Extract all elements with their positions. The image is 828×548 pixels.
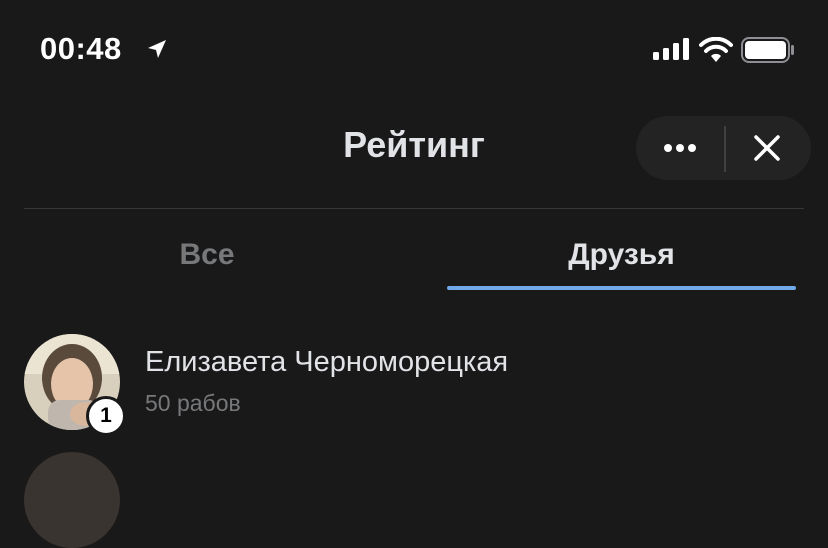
user-name: Елизавета Черноморецкая [145, 346, 509, 378]
location-arrow-icon [146, 38, 168, 60]
user-subtitle: 50 рабов [145, 390, 241, 416]
status-bar: 00:48 [0, 0, 828, 100]
active-tab-indicator [447, 286, 796, 290]
battery-icon [741, 37, 795, 63]
ranking-list-item[interactable]: 1 Елизавета Черноморецкая 50 рабов [0, 330, 828, 436]
more-button[interactable] [636, 116, 724, 180]
rank-badge: 1 [86, 396, 126, 436]
more-horizontal-icon [664, 144, 696, 152]
close-button[interactable] [726, 116, 811, 180]
tab-all[interactable]: Все [24, 238, 390, 288]
mini-app-capsule [636, 116, 811, 180]
cellular-signal-icon [653, 38, 691, 60]
header-divider [24, 208, 804, 209]
tab-friends[interactable]: Друзья [447, 238, 796, 288]
close-icon [754, 135, 780, 161]
status-time: 00:48 [40, 31, 122, 66]
avatar [24, 452, 120, 548]
wifi-icon [699, 36, 733, 63]
